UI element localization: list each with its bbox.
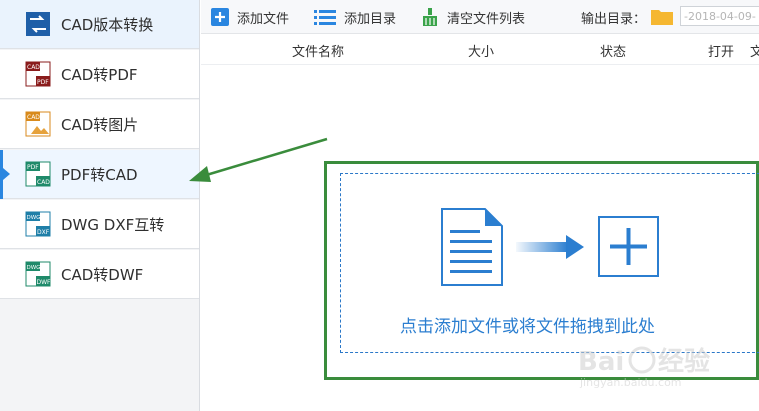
broom-icon — [423, 8, 437, 26]
column-folder[interactable]: 文 — [750, 41, 759, 60]
add-file-button[interactable]: 添加文件 — [211, 7, 289, 27]
sidebar-item-label: CAD转DWF — [61, 266, 144, 284]
arrow-right-icon — [516, 235, 584, 259]
sidebar-item-pdf-to-cad[interactable]: PDF CAD PDF转CAD — [0, 150, 199, 199]
active-arrow-icon — [3, 168, 10, 180]
sidebar-item-cad-to-pdf[interactable]: CAD PDF CAD转PDF — [0, 50, 199, 99]
sidebar-item-label: CAD转图片 — [61, 116, 139, 134]
svg-text:DWF: DWF — [37, 279, 52, 286]
sidebar-item-label: PDF转CAD — [61, 166, 138, 184]
add-folder-label: 添加目录 — [344, 11, 397, 27]
svg-text:jingyan.baidu.com: jingyan.baidu.com — [579, 376, 682, 389]
add-box-icon[interactable] — [598, 216, 659, 277]
folder-icon[interactable] — [651, 8, 673, 25]
sidebar-item-label: CAD转PDF — [61, 66, 138, 84]
svg-text:DWG: DWG — [27, 265, 41, 271]
file-list-header: 文件名称 大小 状态 打开 文 — [201, 34, 759, 65]
cad-to-dwf-icon: DWG DWF — [25, 261, 51, 287]
column-name[interactable]: 文件名称 — [292, 41, 344, 60]
svg-text:CAD: CAD — [27, 64, 40, 71]
sidebar-item-cad-to-image[interactable]: CAD CAD转图片 — [0, 100, 199, 149]
add-folder-button[interactable]: 添加目录 — [314, 7, 396, 27]
document-icon — [441, 208, 503, 286]
baidu-watermark-logo: Bai 经验 jingyan.baidu.com — [578, 342, 759, 390]
annotation-arrow-icon — [189, 137, 328, 182]
sidebar-item-cad-version-convert[interactable]: CAD版本转换 — [0, 0, 199, 49]
output-dir-input[interactable]: -2018-04-09- — [680, 6, 759, 26]
column-size[interactable]: 大小 — [468, 41, 494, 60]
add-file-label: 添加文件 — [237, 11, 290, 27]
cad-to-image-icon: CAD — [25, 111, 51, 137]
sidebar-item-label: CAD版本转换 — [61, 16, 154, 34]
sidebar: CAD版本转换 CAD PDF CAD转PDF CAD CAD转图片 PDF C… — [0, 0, 200, 411]
toolbar: 添加文件 添加目录 清空文件列表 输出目录： — [201, 0, 759, 34]
svg-text:PDF: PDF — [37, 79, 49, 86]
svg-text:CAD: CAD — [27, 114, 40, 121]
column-open[interactable]: 打开 — [708, 41, 734, 60]
cad-version-convert-icon — [26, 12, 50, 36]
cad-to-pdf-icon: CAD PDF — [25, 61, 51, 87]
svg-text:Bai: Bai — [578, 347, 624, 377]
list-icon — [314, 10, 336, 25]
column-status[interactable]: 状态 — [600, 41, 626, 60]
svg-text:经验: 经验 — [658, 346, 710, 377]
output-dir-label: 输出目录： — [581, 11, 647, 27]
pdf-to-cad-icon: PDF CAD — [25, 161, 51, 187]
svg-text:DXF: DXF — [37, 229, 50, 236]
drop-zone-text[interactable]: 点击添加文件或将文件拖拽到此处 — [400, 312, 655, 337]
sidebar-item-label: DWG DXF互转 — [61, 216, 165, 234]
svg-text:DWG: DWG — [27, 215, 41, 221]
sidebar-item-dwg-dxf-convert[interactable]: DWG DXF DWG DXF互转 — [0, 200, 199, 249]
clear-list-button[interactable]: 清空文件列表 — [421, 7, 525, 27]
plus-icon — [211, 8, 229, 26]
clear-list-label: 清空文件列表 — [447, 11, 526, 27]
svg-text:CAD: CAD — [37, 179, 50, 186]
sidebar-item-cad-to-dwf[interactable]: DWG DWF CAD转DWF — [0, 250, 199, 299]
svg-text:PDF: PDF — [27, 164, 39, 171]
dwg-dxf-convert-icon: DWG DXF — [25, 211, 51, 237]
